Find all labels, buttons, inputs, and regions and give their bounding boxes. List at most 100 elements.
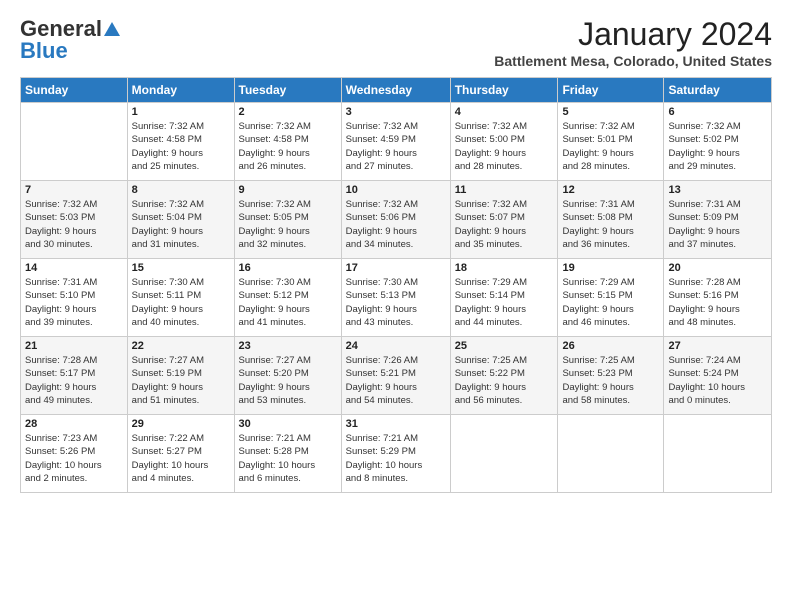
calendar-cell: 7 Sunrise: 7:32 AM Sunset: 5:03 PM Daylig…	[21, 181, 128, 259]
day-number: 21	[25, 340, 123, 352]
calendar-week-3: 14 Sunrise: 7:31 AM Sunset: 5:10 PM Dayli…	[21, 259, 772, 337]
calendar-week-5: 28 Sunrise: 7:23 AM Sunset: 5:26 PM Dayli…	[21, 415, 772, 493]
day-number: 31	[346, 418, 446, 430]
day-info: Sunrise: 7:32 AM Sunset: 5:05 PM Dayligh…	[239, 198, 337, 251]
day-number: 8	[132, 184, 230, 196]
day-info: Sunrise: 7:31 AM Sunset: 5:10 PM Dayligh…	[25, 276, 123, 329]
calendar-cell: 1 Sunrise: 7:32 AM Sunset: 4:58 PM Daylig…	[127, 103, 234, 181]
day-info: Sunrise: 7:22 AM Sunset: 5:27 PM Dayligh…	[132, 432, 230, 485]
day-info: Sunrise: 7:25 AM Sunset: 5:22 PM Dayligh…	[455, 354, 554, 407]
logo-icon	[103, 20, 121, 38]
calendar-cell: 26Sunrise: 7:25 AM Sunset: 5:23 PM Dayli…	[558, 337, 664, 415]
day-number: 23	[239, 340, 337, 352]
calendar-cell: 24 Sunrise: 7:26 AM Sunset: 5:21 PM Dayli…	[341, 337, 450, 415]
day-info: Sunrise: 7:29 AM Sunset: 5:14 PM Dayligh…	[455, 276, 554, 329]
day-number: 12	[562, 184, 659, 196]
day-number: 28	[25, 418, 123, 430]
calendar-cell: 23 Sunrise: 7:27 AM Sunset: 5:20 PM Dayli…	[234, 337, 341, 415]
day-number: 19	[562, 262, 659, 274]
day-number: 11	[455, 184, 554, 196]
day-number: 20	[668, 262, 767, 274]
day-number: 18	[455, 262, 554, 274]
day-number: 25	[455, 340, 554, 352]
calendar-cell: 25 Sunrise: 7:25 AM Sunset: 5:22 PM Dayli…	[450, 337, 558, 415]
header-row: SundayMondayTuesdayWednesdayThursdayFrid…	[21, 78, 772, 103]
day-info: Sunrise: 7:21 AM Sunset: 5:29 PM Dayligh…	[346, 432, 446, 485]
calendar-table: SundayMondayTuesdayWednesdayThursdayFrid…	[20, 77, 772, 493]
calendar-cell: 30Sunrise: 7:21 AM Sunset: 5:28 PM Dayli…	[234, 415, 341, 493]
day-number: 13	[668, 184, 767, 196]
calendar-cell: 12Sunrise: 7:31 AM Sunset: 5:08 PM Dayli…	[558, 181, 664, 259]
logo: General Blue	[20, 16, 121, 64]
calendar-cell: 22 Sunrise: 7:27 AM Sunset: 5:19 PM Dayli…	[127, 337, 234, 415]
calendar-cell: 2 Sunrise: 7:32 AM Sunset: 4:58 PM Daylig…	[234, 103, 341, 181]
calendar-cell	[664, 415, 772, 493]
day-info: Sunrise: 7:32 AM Sunset: 5:07 PM Dayligh…	[455, 198, 554, 251]
day-number: 24	[346, 340, 446, 352]
day-info: Sunrise: 7:32 AM Sunset: 5:02 PM Dayligh…	[668, 120, 767, 173]
header: General Blue January 2024 Battlement Mes…	[20, 16, 772, 69]
day-info: Sunrise: 7:30 AM Sunset: 5:12 PM Dayligh…	[239, 276, 337, 329]
day-number: 6	[668, 106, 767, 118]
calendar-cell: 29 Sunrise: 7:22 AM Sunset: 5:27 PM Dayli…	[127, 415, 234, 493]
day-info: Sunrise: 7:32 AM Sunset: 5:03 PM Dayligh…	[25, 198, 123, 251]
day-number: 2	[239, 106, 337, 118]
day-number: 29	[132, 418, 230, 430]
calendar-cell: 14 Sunrise: 7:31 AM Sunset: 5:10 PM Dayli…	[21, 259, 128, 337]
day-info: Sunrise: 7:31 AM Sunset: 5:09 PM Dayligh…	[668, 198, 767, 251]
day-info: Sunrise: 7:27 AM Sunset: 5:20 PM Dayligh…	[239, 354, 337, 407]
day-info: Sunrise: 7:23 AM Sunset: 5:26 PM Dayligh…	[25, 432, 123, 485]
day-info: Sunrise: 7:27 AM Sunset: 5:19 PM Dayligh…	[132, 354, 230, 407]
day-info: Sunrise: 7:26 AM Sunset: 5:21 PM Dayligh…	[346, 354, 446, 407]
day-number: 22	[132, 340, 230, 352]
day-header-saturday: Saturday	[664, 78, 772, 103]
calendar-cell: 21Sunrise: 7:28 AM Sunset: 5:17 PM Dayli…	[21, 337, 128, 415]
calendar-cell: 27Sunrise: 7:24 AM Sunset: 5:24 PM Dayli…	[664, 337, 772, 415]
day-number: 17	[346, 262, 446, 274]
day-header-tuesday: Tuesday	[234, 78, 341, 103]
day-info: Sunrise: 7:32 AM Sunset: 4:58 PM Dayligh…	[239, 120, 337, 173]
month-title: January 2024	[494, 16, 772, 53]
day-header-thursday: Thursday	[450, 78, 558, 103]
day-info: Sunrise: 7:32 AM Sunset: 5:06 PM Dayligh…	[346, 198, 446, 251]
day-info: Sunrise: 7:29 AM Sunset: 5:15 PM Dayligh…	[562, 276, 659, 329]
day-number: 15	[132, 262, 230, 274]
calendar-week-1: 1 Sunrise: 7:32 AM Sunset: 4:58 PM Daylig…	[21, 103, 772, 181]
calendar-cell: 31 Sunrise: 7:21 AM Sunset: 5:29 PM Dayli…	[341, 415, 450, 493]
logo-blue: Blue	[20, 38, 68, 64]
day-number: 30	[239, 418, 337, 430]
calendar-cell: 4Sunrise: 7:32 AM Sunset: 5:00 PM Daylig…	[450, 103, 558, 181]
calendar-cell: 20 Sunrise: 7:28 AM Sunset: 5:16 PM Dayli…	[664, 259, 772, 337]
day-number: 5	[562, 106, 659, 118]
calendar-cell	[450, 415, 558, 493]
calendar-cell: 28 Sunrise: 7:23 AM Sunset: 5:26 PM Dayli…	[21, 415, 128, 493]
page-container: General Blue January 2024 Battlement Mes…	[0, 0, 792, 503]
day-header-wednesday: Wednesday	[341, 78, 450, 103]
calendar-cell: 17Sunrise: 7:30 AM Sunset: 5:13 PM Dayli…	[341, 259, 450, 337]
calendar-cell: 18 Sunrise: 7:29 AM Sunset: 5:14 PM Dayli…	[450, 259, 558, 337]
calendar-cell: 13 Sunrise: 7:31 AM Sunset: 5:09 PM Dayli…	[664, 181, 772, 259]
day-number: 3	[346, 106, 446, 118]
calendar-cell: 16Sunrise: 7:30 AM Sunset: 5:12 PM Dayli…	[234, 259, 341, 337]
day-info: Sunrise: 7:32 AM Sunset: 5:00 PM Dayligh…	[455, 120, 554, 173]
calendar-cell: 19 Sunrise: 7:29 AM Sunset: 5:15 PM Dayli…	[558, 259, 664, 337]
day-info: Sunrise: 7:24 AM Sunset: 5:24 PM Dayligh…	[668, 354, 767, 407]
day-header-sunday: Sunday	[21, 78, 128, 103]
calendar-cell: 6 Sunrise: 7:32 AM Sunset: 5:02 PM Daylig…	[664, 103, 772, 181]
day-number: 7	[25, 184, 123, 196]
title-block: January 2024 Battlement Mesa, Colorado, …	[494, 16, 772, 69]
day-info: Sunrise: 7:28 AM Sunset: 5:16 PM Dayligh…	[668, 276, 767, 329]
day-number: 10	[346, 184, 446, 196]
day-info: Sunrise: 7:32 AM Sunset: 5:01 PM Dayligh…	[562, 120, 659, 173]
calendar-cell: 10 Sunrise: 7:32 AM Sunset: 5:06 PM Dayli…	[341, 181, 450, 259]
calendar-cell: 8Sunrise: 7:32 AM Sunset: 5:04 PM Daylig…	[127, 181, 234, 259]
calendar-cell: 5 Sunrise: 7:32 AM Sunset: 5:01 PM Daylig…	[558, 103, 664, 181]
day-number: 14	[25, 262, 123, 274]
calendar-cell: 9 Sunrise: 7:32 AM Sunset: 5:05 PM Daylig…	[234, 181, 341, 259]
day-number: 1	[132, 106, 230, 118]
day-info: Sunrise: 7:32 AM Sunset: 4:58 PM Dayligh…	[132, 120, 230, 173]
day-header-monday: Monday	[127, 78, 234, 103]
day-number: 9	[239, 184, 337, 196]
location-subtitle: Battlement Mesa, Colorado, United States	[494, 53, 772, 69]
day-info: Sunrise: 7:25 AM Sunset: 5:23 PM Dayligh…	[562, 354, 659, 407]
